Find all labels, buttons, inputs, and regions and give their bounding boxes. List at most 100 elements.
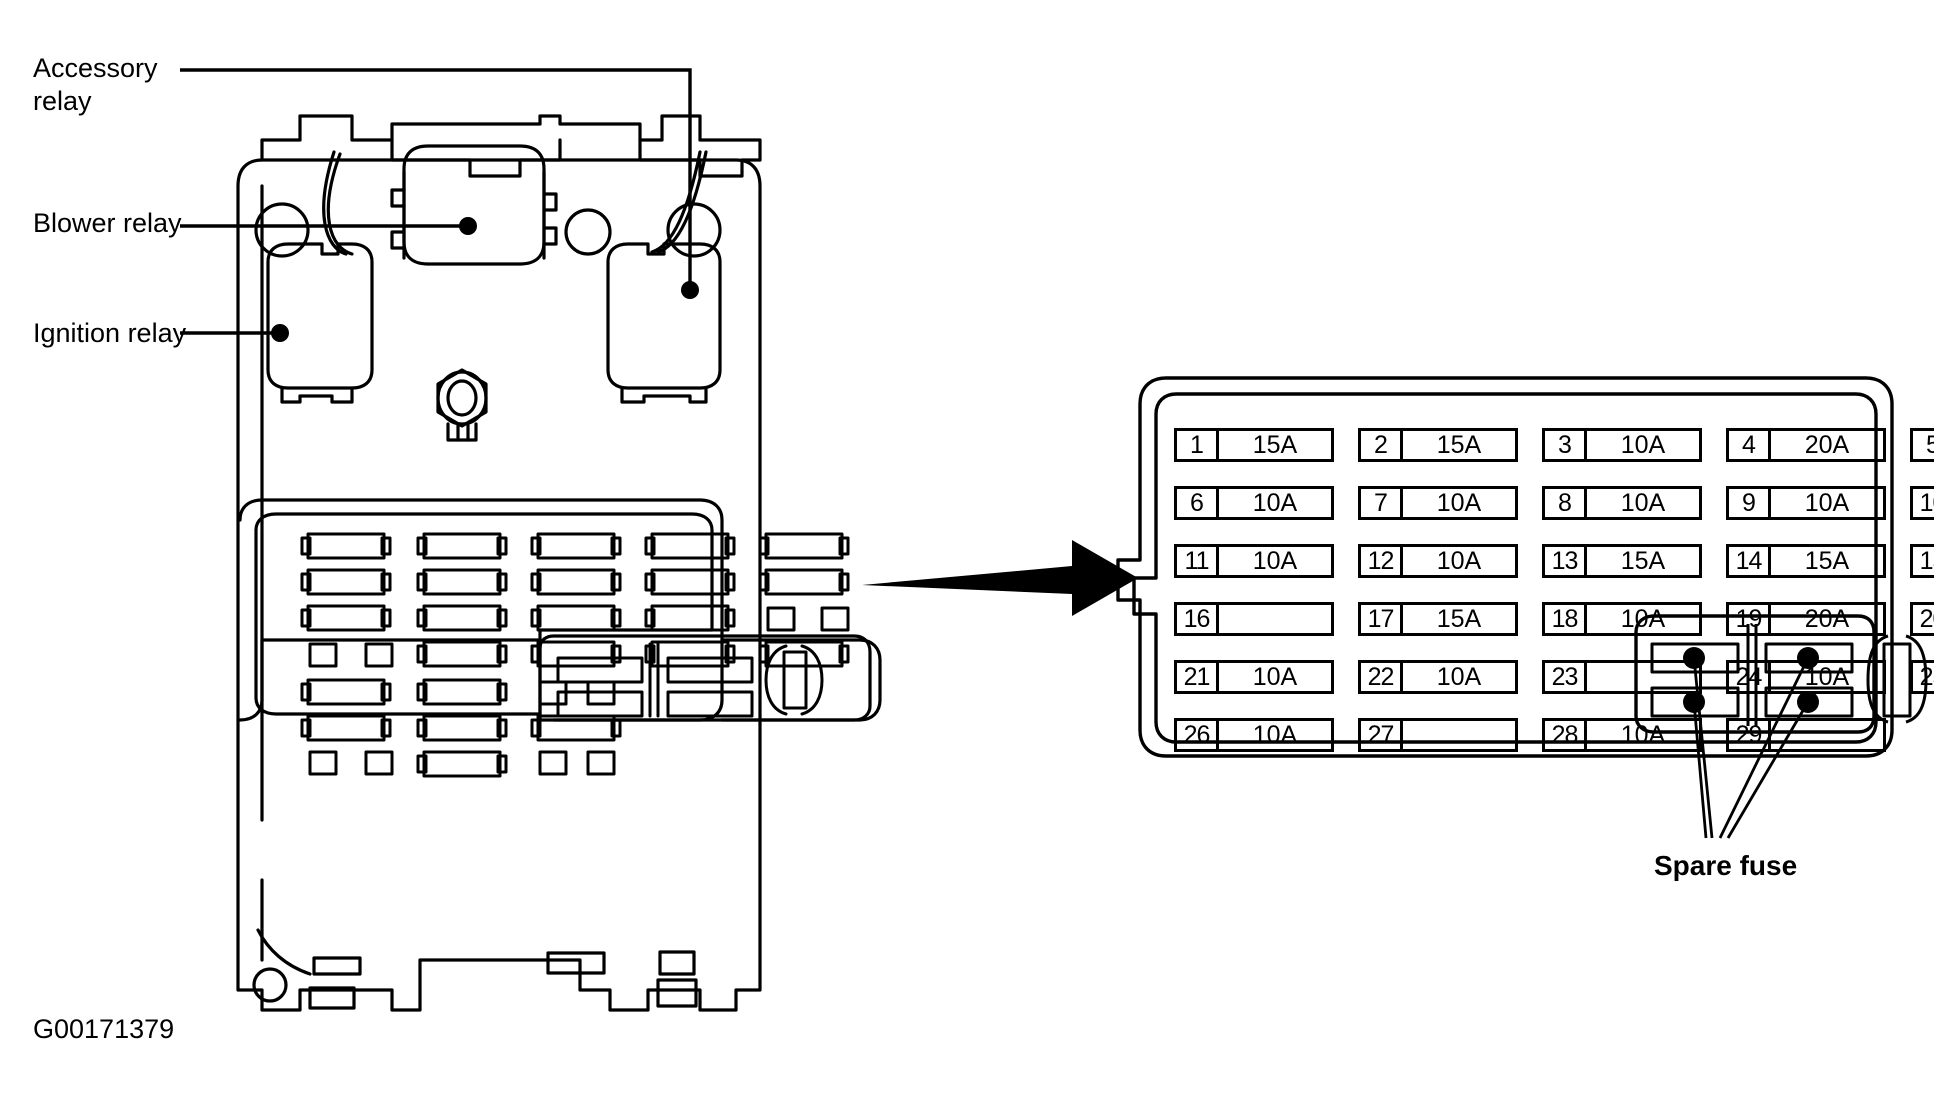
fuse-number: 10 xyxy=(1913,489,1934,517)
fuse-slot-12[interactable]: 12 10A xyxy=(1358,544,1518,578)
fuse-number: 3 xyxy=(1545,431,1587,459)
fuse-legend-grid: 115A215A310A420A520A610A710A810A910A1010… xyxy=(1174,428,1934,776)
callout-leaders xyxy=(180,68,692,335)
ignition-relay-body xyxy=(266,242,374,404)
fuse-slot-13[interactable]: 13 15A xyxy=(1542,544,1702,578)
fuse-number: 28 xyxy=(1545,721,1587,749)
fuse-slot-15[interactable]: 15 xyxy=(1910,544,1934,578)
fuse-rating: 15A xyxy=(1436,604,1482,633)
fuse-number: 29 xyxy=(1729,721,1771,749)
fuse-row: 16 17 15A 18 10A 19 20A 2010A xyxy=(1174,602,1934,660)
fuse-slot-18[interactable]: 18 10A xyxy=(1542,602,1702,636)
fuse-rating: 10A xyxy=(1436,546,1482,575)
fuse-rating: 15A xyxy=(1804,546,1850,575)
fuse-number: 14 xyxy=(1729,547,1771,575)
fuse-number: 6 xyxy=(1177,489,1219,517)
fuse-rating: 10A xyxy=(1804,662,1850,691)
callout-label-accessory-relay: Accessory relay xyxy=(33,53,158,116)
fuse-slot-7[interactable]: 7 10A xyxy=(1358,486,1518,520)
callout-label-blower-relay: Blower relay xyxy=(33,208,182,238)
fuse-slot-29[interactable]: 29 xyxy=(1726,718,1886,752)
fuse-number: 18 xyxy=(1545,605,1587,633)
fuse-slot-27[interactable]: 27 xyxy=(1358,718,1518,752)
fuse-rating: 10A xyxy=(1436,488,1482,517)
fuse-slot-24[interactable]: 24 10A xyxy=(1726,660,1886,694)
fuse-number: 19 xyxy=(1729,605,1771,633)
fuse-number: 5 xyxy=(1913,431,1934,459)
fuse-number: 16 xyxy=(1177,605,1219,633)
fuse-number: 2 xyxy=(1361,431,1403,459)
fuse-slot-6[interactable]: 6 10A xyxy=(1174,486,1334,520)
fuse-number: 7 xyxy=(1361,489,1403,517)
fuse-slot-5[interactable]: 520A xyxy=(1910,428,1934,462)
fuse-number: 24 xyxy=(1729,663,1771,691)
zoom-arrow xyxy=(862,540,1138,616)
fuse-slot-10[interactable]: 1010A xyxy=(1910,486,1934,520)
fuse-row: 21 10A 22 10A 23 24 10A 2510A xyxy=(1174,660,1934,718)
fuse-row: 1 15A 2 15A 3 10A 4 20A 520A xyxy=(1174,428,1934,486)
callout-label-spare-fuse: Spare fuse xyxy=(1654,850,1798,881)
fuse-slot-25[interactable]: 2510A xyxy=(1910,660,1934,694)
fuse-number: 8 xyxy=(1545,489,1587,517)
fuse-rating: 10A xyxy=(1252,662,1298,691)
fuse-number: 26 xyxy=(1177,721,1219,749)
fuse-slot-17[interactable]: 17 15A xyxy=(1358,602,1518,636)
fuse-number: 9 xyxy=(1729,489,1771,517)
fuse-number: 27 xyxy=(1361,721,1403,749)
fuse-slot-11[interactable]: 11 10A xyxy=(1174,544,1334,578)
blower-relay-dot xyxy=(459,217,477,235)
fuse-rating: 15A xyxy=(1436,430,1482,459)
fuse-number: 1 xyxy=(1177,431,1219,459)
blower-relay-body xyxy=(390,144,558,266)
fuse-slot-16[interactable]: 16 xyxy=(1174,602,1334,636)
fuse-number: 17 xyxy=(1361,605,1403,633)
fuse-slot-28[interactable]: 28 10A xyxy=(1542,718,1702,752)
fuse-number: 4 xyxy=(1729,431,1771,459)
fuse-row: 26 10A 27 28 10A 29 xyxy=(1174,718,1934,776)
fuse-rating xyxy=(1403,721,1515,749)
fuse-rating: 20A xyxy=(1804,604,1850,633)
fuse-slot-20[interactable]: 2010A xyxy=(1910,602,1934,636)
fuse-slot-23[interactable]: 23 xyxy=(1542,660,1702,694)
fuse-rating: 10A xyxy=(1252,488,1298,517)
fuse-rating: 10A xyxy=(1252,546,1298,575)
fuse-row: 6 10A 7 10A 8 10A 9 10A 1010A xyxy=(1174,486,1934,544)
fuse-slot-21[interactable]: 21 10A xyxy=(1174,660,1334,694)
fuse-rating: 15A xyxy=(1252,430,1298,459)
accessory-relay-body xyxy=(606,242,722,404)
fuse-number: 20 xyxy=(1913,605,1934,633)
callout-label-ignition-relay: Ignition relay xyxy=(33,318,187,348)
fuse-slot-2[interactable]: 2 15A xyxy=(1358,428,1518,462)
fuse-row: 11 10A 12 10A 13 15A 14 15A 15 xyxy=(1174,544,1934,602)
fuse-slot-19[interactable]: 19 20A xyxy=(1726,602,1886,636)
fuse-slot-3[interactable]: 3 10A xyxy=(1542,428,1702,462)
figure-id-label: G00171379 xyxy=(33,1014,175,1044)
fuse-rating: 20A xyxy=(1804,430,1850,459)
ignition-relay-dot xyxy=(271,324,289,342)
fuse-slot-22[interactable]: 22 10A xyxy=(1358,660,1518,694)
fuse-slot-4[interactable]: 4 20A xyxy=(1726,428,1886,462)
fuse-slot-26[interactable]: 26 10A xyxy=(1174,718,1334,752)
fuse-rating xyxy=(1587,663,1699,691)
fuse-rating: 15A xyxy=(1620,546,1666,575)
fuse-slot-1[interactable]: 1 15A xyxy=(1174,428,1334,462)
callout-dots xyxy=(271,217,699,342)
fuse-slot-grid-left xyxy=(238,498,882,778)
fuse-number: 22 xyxy=(1361,663,1403,691)
fuse-rating: 10A xyxy=(1252,720,1298,749)
fuse-slot-9[interactable]: 9 10A xyxy=(1726,486,1886,520)
fuse-rating: 10A xyxy=(1620,604,1666,633)
fuse-rating: 10A xyxy=(1620,720,1666,749)
fuse-rating: 10A xyxy=(1804,488,1850,517)
fuse-rating xyxy=(1219,605,1331,633)
fuse-number: 13 xyxy=(1545,547,1587,575)
fuse-slot-8[interactable]: 8 10A xyxy=(1542,486,1702,520)
fuse-slot-14[interactable]: 14 15A xyxy=(1726,544,1886,578)
accessory-relay-dot xyxy=(681,281,699,299)
diagram-canvas: Accessory relay Blower relay Ignition re… xyxy=(0,0,1934,1114)
center-bolt xyxy=(436,368,488,442)
fuse-rating: 10A xyxy=(1620,488,1666,517)
fuse-number: 23 xyxy=(1545,663,1587,691)
fuse-number: 12 xyxy=(1361,547,1403,575)
fuse-rating: 10A xyxy=(1436,662,1482,691)
